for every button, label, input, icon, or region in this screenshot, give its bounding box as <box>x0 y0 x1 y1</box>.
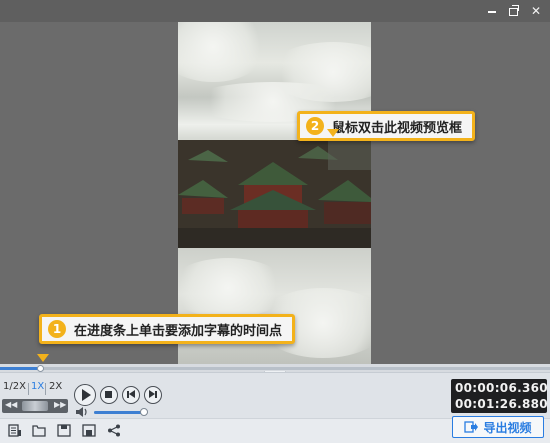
share-icon[interactable] <box>107 424 121 437</box>
hint-text: 在进度条上单击要添加字幕的时间点 <box>74 323 283 339</box>
restore-icon[interactable] <box>507 4 521 18</box>
volume-handle[interactable] <box>140 408 149 416</box>
step-number-badge: 1 <box>48 320 66 338</box>
save-icon[interactable] <box>57 424 71 437</box>
export-icon <box>464 421 479 433</box>
preview-area: 2 鼠标双击此视频预览框 1 在进度条上单击要添加字幕的时间点 <box>0 22 550 364</box>
volume-fill <box>94 411 145 414</box>
divider <box>45 383 46 395</box>
divider <box>28 383 29 395</box>
hint-pointer <box>37 354 49 362</box>
stop-button[interactable] <box>100 386 118 404</box>
hint-pointer <box>327 129 339 137</box>
next-frame-button[interactable] <box>144 386 162 404</box>
minimize-icon[interactable] <box>485 4 499 18</box>
hint-text: 鼠标双击此视频预览框 <box>332 120 463 136</box>
double-click-hint: 2 鼠标双击此视频预览框 <box>297 111 476 141</box>
temple-photo <box>178 140 371 248</box>
cloud-decoration <box>178 22 268 82</box>
video-preview[interactable] <box>178 22 371 364</box>
close-icon[interactable]: ✕ <box>529 4 543 18</box>
fog-background <box>178 248 371 364</box>
total-duration: 00:01:26.880 <box>455 397 548 411</box>
temple-roofs-image <box>178 140 371 248</box>
volume-slider[interactable] <box>94 408 149 416</box>
speed-half[interactable]: 1/2X <box>3 381 26 392</box>
fine-seek-slider[interactable]: ◀◀ ▶▶ <box>2 399 68 413</box>
export-label: 导出视频 <box>483 420 532 435</box>
timeline-fill <box>0 367 41 370</box>
speed-selector: 1/2X 1X 2X <box>2 381 68 397</box>
title-bar: ✕ <box>0 0 550 22</box>
speed-normal[interactable]: 1X <box>31 381 44 392</box>
export-video-button[interactable]: 导出视频 <box>452 416 544 438</box>
rewind-icon[interactable]: ◀◀ <box>5 400 17 409</box>
seek-grip[interactable] <box>22 401 48 411</box>
playback-controls: 1/2X 1X 2X ◀◀ ▶▶ 00:00:06.360 00:01:26.8… <box>0 372 550 419</box>
current-time: 00:00:06.360 <box>455 381 548 395</box>
timeline-hint: 1 在进度条上单击要添加字幕的时间点 <box>39 314 296 344</box>
timeline-handle[interactable] <box>37 365 45 372</box>
open-folder-icon[interactable] <box>32 424 46 437</box>
volume-icon[interactable] <box>76 407 88 417</box>
save-as-icon[interactable] <box>82 424 96 437</box>
speed-double[interactable]: 2X <box>49 381 62 392</box>
fast-forward-icon[interactable]: ▶▶ <box>54 400 66 409</box>
play-button[interactable] <box>74 384 96 406</box>
previous-frame-button[interactable] <box>122 386 140 404</box>
time-display: 00:00:06.360 00:01:26.880 <box>451 379 548 413</box>
new-project-icon[interactable] <box>8 424 22 437</box>
step-number-badge: 2 <box>306 117 324 135</box>
